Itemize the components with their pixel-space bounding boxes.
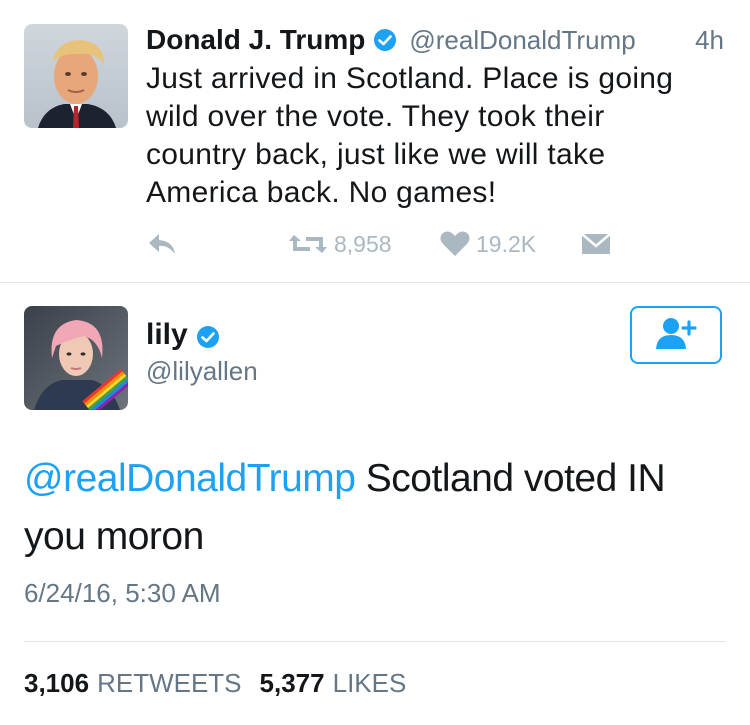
- reply-icon: [146, 230, 178, 258]
- reply-button[interactable]: [146, 224, 178, 264]
- retweets-label[interactable]: RETWEETS: [97, 668, 241, 698]
- mention-link[interactable]: @realDonaldTrump: [24, 457, 356, 500]
- likes-count[interactable]: 5,377: [260, 668, 325, 698]
- tweet-trump[interactable]: Donald J. Trump @realDonaldTrump 4h Just…: [0, 0, 750, 283]
- author-handle[interactable]: @realDonaldTrump: [409, 25, 635, 56]
- verified-badge-icon: [373, 28, 397, 52]
- retweet-count: 8,958: [334, 230, 392, 257]
- verified-badge-icon: [196, 323, 220, 348]
- retweets-count[interactable]: 3,106: [24, 668, 89, 698]
- heart-icon: [440, 230, 470, 258]
- tweet-header: Donald J. Trump @realDonaldTrump: [146, 20, 636, 60]
- author-name[interactable]: lily: [146, 318, 188, 352]
- direct-message-button[interactable]: [580, 224, 612, 264]
- retweet-button[interactable]: 8,958: [288, 224, 392, 264]
- like-count: 19.2K: [476, 230, 537, 257]
- add-user-icon: [653, 315, 699, 356]
- tweet-actions: 8,958 19.2K: [146, 224, 646, 264]
- author-name[interactable]: Donald J. Trump: [146, 24, 365, 56]
- avatar[interactable]: [24, 24, 128, 128]
- avatar[interactable]: [24, 306, 128, 410]
- likes-label[interactable]: LIKES: [333, 668, 407, 698]
- tweet-stats: 3,106 RETWEETS 5,377 LIKES: [24, 668, 424, 699]
- divider: [24, 641, 726, 642]
- tweet-text: @realDonaldTrump Scotland voted IN you m…: [24, 450, 724, 566]
- author-handle[interactable]: @lilyallen: [146, 356, 258, 387]
- tweet-date[interactable]: 6/24/16, 5:30 AM: [24, 578, 221, 609]
- tweet-timestamp[interactable]: 4h: [695, 20, 724, 60]
- envelope-icon: [580, 232, 612, 256]
- like-button[interactable]: 19.2K: [440, 224, 536, 264]
- retweet-icon: [288, 231, 328, 257]
- tweet-text: Just arrived in Scotland. Place is going…: [146, 62, 674, 209]
- author-name-row: lily: [146, 318, 220, 352]
- follow-button[interactable]: [630, 306, 722, 364]
